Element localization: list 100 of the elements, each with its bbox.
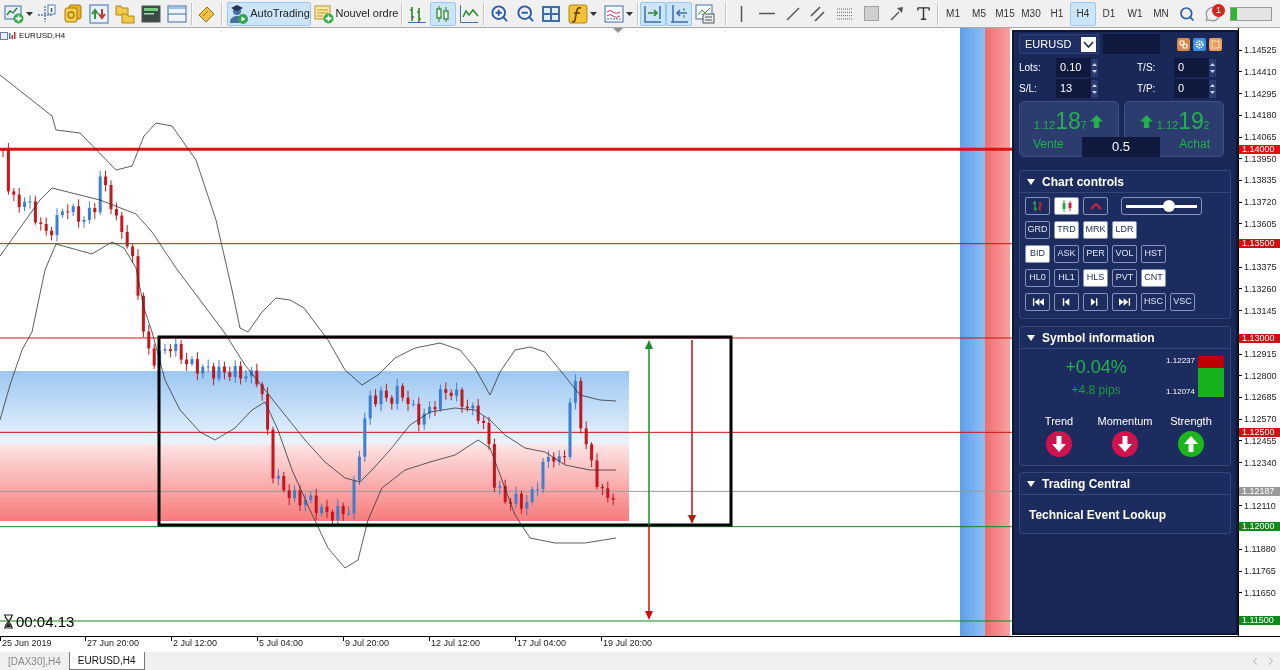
timeframe-button[interactable]: M30: [1018, 1, 1044, 26]
chart-type-button[interactable]: [1083, 197, 1108, 215]
price-tick-label: 1.14065: [1244, 133, 1277, 142]
number-field[interactable]: 0.10: [1056, 58, 1091, 77]
link-icon[interactable]: [1177, 37, 1190, 51]
toggle-button[interactable]: LDR: [1112, 221, 1137, 239]
chart-title: EURUSD,H4: [19, 31, 66, 41]
toggle-button[interactable]: VSC: [1170, 293, 1195, 311]
timeframe-button[interactable]: W1: [1122, 1, 1148, 26]
zoom-out-icon: [515, 4, 535, 23]
slider-thumb[interactable]: [1162, 200, 1175, 212]
input-field[interactable]: [1103, 34, 1160, 54]
chart-periods-icon: [695, 3, 715, 24]
price-tick-label: 1.13145: [1244, 306, 1277, 315]
price-tick-label: 1.11880: [1244, 545, 1276, 554]
field-label: S/L:: [1019, 82, 1038, 96]
toggle-button[interactable]: CNT: [1141, 269, 1166, 287]
navigation-button[interactable]: [1025, 293, 1050, 311]
toggle-button[interactable]: PVT: [1112, 269, 1137, 287]
spinner-icon[interactable]: [1209, 58, 1216, 77]
range-high-label: 1.12237: [1166, 356, 1195, 366]
notification-badge: 1: [1212, 3, 1225, 17]
countdown-timer: 00:04.13: [16, 613, 75, 630]
toggle-button[interactable]: BID: [1025, 245, 1050, 263]
signal-label: Strength: [1170, 415, 1212, 428]
wave-chart-icon: [603, 3, 624, 24]
price-tick-label: 1.12800: [1244, 371, 1277, 380]
field-label: T/P:: [1137, 82, 1157, 96]
timeframe-button[interactable]: H1: [1044, 1, 1070, 26]
settings-icon[interactable]: [1193, 37, 1206, 51]
toggle-button[interactable]: VOL: [1112, 245, 1137, 263]
change-percent: +0.04%: [1065, 356, 1127, 378]
horizontal-line-icon: [759, 12, 775, 15]
folders-icon: [115, 3, 135, 24]
toggle-button[interactable]: PER: [1083, 245, 1108, 263]
section-header[interactable]: Trading Central: [1020, 473, 1230, 495]
chart-type-button[interactable]: [1025, 197, 1050, 215]
toggle-button[interactable]: HST: [1141, 245, 1166, 263]
field-label: T/S:: [1137, 61, 1157, 75]
toggle-button[interactable]: HSC: [1141, 293, 1166, 311]
spinner-icon[interactable]: [1209, 79, 1216, 98]
time-tick-label: 2 Jul 12:00: [173, 637, 218, 650]
navigation-button[interactable]: [1054, 293, 1079, 311]
toolbar-button[interactable]: 1: [1200, 1, 1226, 26]
vertical-line-icon: [739, 5, 743, 22]
hourglass-icon: [3, 614, 14, 629]
spinner-icon[interactable]: [1091, 58, 1098, 77]
price-tick-label: 1.14525: [1244, 46, 1277, 55]
navigation-button[interactable]: [1083, 293, 1108, 311]
section-header[interactable]: Chart controls: [1020, 171, 1230, 193]
field-label: Lots:: [1019, 61, 1042, 75]
triangle-marker-icon: [613, 28, 623, 33]
section-header[interactable]: Symbol information: [1020, 327, 1230, 349]
dotted-lines-icon: [837, 7, 853, 20]
new-chart-icon: [3, 3, 24, 24]
tile-windows-icon: [541, 3, 561, 24]
timeframe-button[interactable]: D1: [1096, 1, 1122, 26]
chart-type-button[interactable]: [1054, 197, 1079, 215]
toggle-button[interactable]: TRD: [1054, 221, 1079, 239]
spinner-icon[interactable]: [1091, 79, 1098, 98]
up-down-arrows-icon: [89, 3, 109, 24]
navigation-button[interactable]: [1112, 293, 1137, 311]
new-order-button[interactable]: Nouvel ordre: [312, 1, 400, 26]
change-pips: +4.8 pips: [1071, 383, 1121, 397]
timeframe-button[interactable]: M15: [992, 1, 1018, 26]
user-icon: [228, 3, 249, 24]
time-tick-label: 9 Jul 20:00: [345, 637, 390, 650]
number-field[interactable]: 0: [1174, 79, 1209, 98]
number-field[interactable]: 13: [1056, 79, 1091, 98]
toggle-button[interactable]: ASK: [1054, 245, 1079, 263]
price-tick-label: 1.11765: [1244, 567, 1276, 575]
volume-field[interactable]: 0.5: [1082, 137, 1160, 157]
toggle-button[interactable]: HL1: [1054, 269, 1079, 287]
crosshair-icon: [37, 3, 57, 24]
price-tick-label: 1.11650: [1244, 588, 1276, 597]
price-tick-label: 1.12685: [1244, 393, 1277, 402]
event-lookup-link[interactable]: Technical Event Lookup: [1029, 508, 1167, 522]
autotrading-button[interactable]: AutoTrading: [227, 1, 311, 26]
zoom-slider[interactable]: [1121, 197, 1202, 215]
square-icon[interactable]: [1209, 37, 1222, 51]
timeframe-button[interactable]: M1: [940, 1, 966, 26]
symbol-select[interactable]: EURUSD: [1019, 34, 1099, 54]
time-tick-label: 5 Jul 04:00: [259, 637, 304, 650]
price-tick-label: 1.14180: [1244, 111, 1277, 120]
rectangle-icon: [863, 6, 879, 21]
price-tag: 1.12500: [1239, 427, 1280, 437]
timeframe-button[interactable]: M5: [966, 1, 992, 26]
toggle-button[interactable]: HLS: [1083, 269, 1108, 287]
time-tick-label: 17 Jul 04:00: [517, 637, 567, 650]
toggle-button[interactable]: GRD: [1025, 221, 1050, 239]
function-icon: [567, 3, 588, 24]
text-icon: [914, 5, 932, 22]
terminal-icon: [141, 3, 161, 24]
chart-tab[interactable]: EURUSD,H4: [68, 652, 145, 670]
toggle-button[interactable]: HL0: [1025, 269, 1050, 287]
time-tick-label: 25 Jun 2019: [2, 637, 52, 650]
timeframe-button[interactable]: H4: [1070, 1, 1096, 26]
timeframe-button[interactable]: MN: [1148, 1, 1174, 26]
number-field[interactable]: 0: [1174, 58, 1209, 77]
toggle-button[interactable]: MRK: [1083, 221, 1108, 239]
